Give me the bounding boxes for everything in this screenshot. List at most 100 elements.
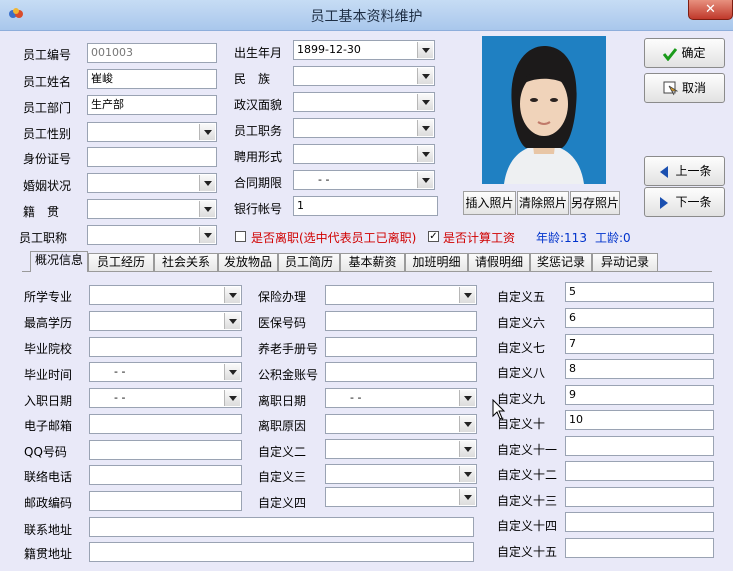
custom5-label: 自定义五 <box>497 290 546 304</box>
birth-label: 出生年月 <box>234 46 283 60</box>
contract-term-select[interactable]: - - <box>293 170 435 190</box>
clear-photo-button[interactable]: 清除照片 <box>517 191 569 215</box>
custom5-input[interactable]: 5 <box>565 282 714 302</box>
close-icon: ✕ <box>705 2 716 17</box>
postcode-input[interactable] <box>89 491 242 511</box>
tab-experience[interactable]: 员工经历 <box>88 253 154 271</box>
chevron-down-icon[interactable] <box>224 313 240 329</box>
chevron-down-icon[interactable] <box>417 68 433 84</box>
custom15-label: 自定义十五 <box>497 545 558 559</box>
tab-salary[interactable]: 基本薪资 <box>340 253 405 271</box>
custom15-input[interactable] <box>565 538 714 558</box>
major-select[interactable] <box>89 285 242 305</box>
hire-form-select[interactable] <box>293 144 435 164</box>
custom2-select[interactable] <box>325 439 477 459</box>
custom6-label: 自定义六 <box>497 316 546 330</box>
custom7-input[interactable]: 7 <box>565 334 714 354</box>
tab-leave[interactable]: 请假明细 <box>468 253 530 271</box>
gender-select[interactable] <box>87 122 217 142</box>
custom12-label: 自定义十二 <box>497 468 558 482</box>
tab-items[interactable]: 发放物品 <box>218 253 278 271</box>
custom4-label: 自定义四 <box>258 496 307 510</box>
id-no-label: 身份证号 <box>23 152 72 166</box>
custom14-input[interactable] <box>565 512 714 532</box>
custom14-label: 自定义十四 <box>497 519 558 533</box>
bank-account-input[interactable]: 1 <box>293 196 438 216</box>
name-input[interactable]: 崔峻 <box>87 69 217 89</box>
title-select[interactable] <box>87 225 217 245</box>
next-button[interactable]: 下一条 <box>644 187 725 217</box>
close-button[interactable]: ✕ <box>688 0 733 20</box>
tab-rewards[interactable]: 奖惩记录 <box>530 253 592 271</box>
chevron-down-icon[interactable] <box>199 201 215 217</box>
id-no-input[interactable] <box>87 147 217 167</box>
insurance-select[interactable] <box>325 285 477 305</box>
chevron-down-icon[interactable] <box>199 124 215 140</box>
payroll-checkbox[interactable]: ✓ <box>428 231 439 242</box>
chevron-down-icon[interactable] <box>459 287 475 303</box>
native-address-input[interactable] <box>89 542 474 562</box>
chevron-down-icon[interactable] <box>417 172 433 188</box>
chevron-down-icon[interactable] <box>459 466 475 482</box>
save-photo-button[interactable]: 另存照片 <box>570 191 620 215</box>
chevron-down-icon[interactable] <box>199 227 215 243</box>
custom6-input[interactable]: 6 <box>565 308 714 328</box>
bank-account-label: 银行帐号 <box>234 202 283 216</box>
chevron-down-icon[interactable] <box>459 489 475 505</box>
tab-changes[interactable]: 异动记录 <box>592 253 658 271</box>
phone-input[interactable] <box>89 465 242 485</box>
resigned-checkbox[interactable] <box>235 231 246 242</box>
arrow-right-icon <box>660 196 669 209</box>
position-select[interactable] <box>293 118 435 138</box>
custom8-input[interactable]: 8 <box>565 359 714 379</box>
custom9-input[interactable]: 9 <box>565 385 714 405</box>
pension-no-input[interactable] <box>325 337 477 357</box>
chevron-down-icon[interactable] <box>459 416 475 432</box>
leave-date-select[interactable]: - - <box>325 388 477 408</box>
title-label: 员工职称 <box>19 231 68 245</box>
tab-overtime[interactable]: 加班明细 <box>405 253 468 271</box>
chevron-down-icon[interactable] <box>417 94 433 110</box>
tab-overview[interactable]: 概况信息 <box>30 251 88 272</box>
email-input[interactable] <box>89 414 242 434</box>
cancel-button[interactable]: 取消 <box>644 73 725 103</box>
ethnicity-select[interactable] <box>293 66 435 86</box>
leave-reason-select[interactable] <box>325 414 477 434</box>
custom10-input[interactable]: 10 <box>565 410 714 430</box>
chevron-down-icon[interactable] <box>417 146 433 162</box>
custom13-input[interactable] <box>565 487 714 507</box>
email-label: 电子邮箱 <box>24 419 73 433</box>
custom4-select[interactable] <box>325 487 477 507</box>
marital-select[interactable] <box>87 173 217 193</box>
grad-time-select[interactable]: - - <box>89 362 242 382</box>
chevron-down-icon[interactable] <box>224 364 240 380</box>
qq-input[interactable] <box>89 440 242 460</box>
chevron-down-icon[interactable] <box>199 175 215 191</box>
insert-photo-button[interactable]: 插入照片 <box>463 191 516 215</box>
tab-resume[interactable]: 员工简历 <box>278 253 340 271</box>
ok-button[interactable]: 确定 <box>644 38 725 68</box>
custom12-input[interactable] <box>565 461 714 481</box>
address-input[interactable] <box>89 517 474 537</box>
native-place-select[interactable] <box>87 199 217 219</box>
education-select[interactable] <box>89 311 242 331</box>
entry-date-select[interactable]: - - <box>89 388 242 408</box>
medical-no-input[interactable] <box>325 311 477 331</box>
chevron-down-icon[interactable] <box>224 287 240 303</box>
department-input[interactable]: 生产部 <box>87 95 217 115</box>
fund-no-input[interactable] <box>325 362 477 382</box>
tab-relations[interactable]: 社会关系 <box>154 253 218 271</box>
chevron-down-icon[interactable] <box>417 42 433 58</box>
qq-label: QQ号码 <box>24 445 67 459</box>
prev-button[interactable]: 上一条 <box>644 156 725 186</box>
birth-select[interactable]: 1899-12-30 <box>293 40 435 60</box>
employee-no-input[interactable]: 001003 <box>87 43 217 63</box>
school-input[interactable] <box>89 337 242 357</box>
custom11-input[interactable] <box>565 436 714 456</box>
chevron-down-icon[interactable] <box>459 390 475 406</box>
political-select[interactable] <box>293 92 435 112</box>
chevron-down-icon[interactable] <box>417 120 433 136</box>
chevron-down-icon[interactable] <box>459 441 475 457</box>
chevron-down-icon[interactable] <box>224 390 240 406</box>
custom3-select[interactable] <box>325 464 477 484</box>
